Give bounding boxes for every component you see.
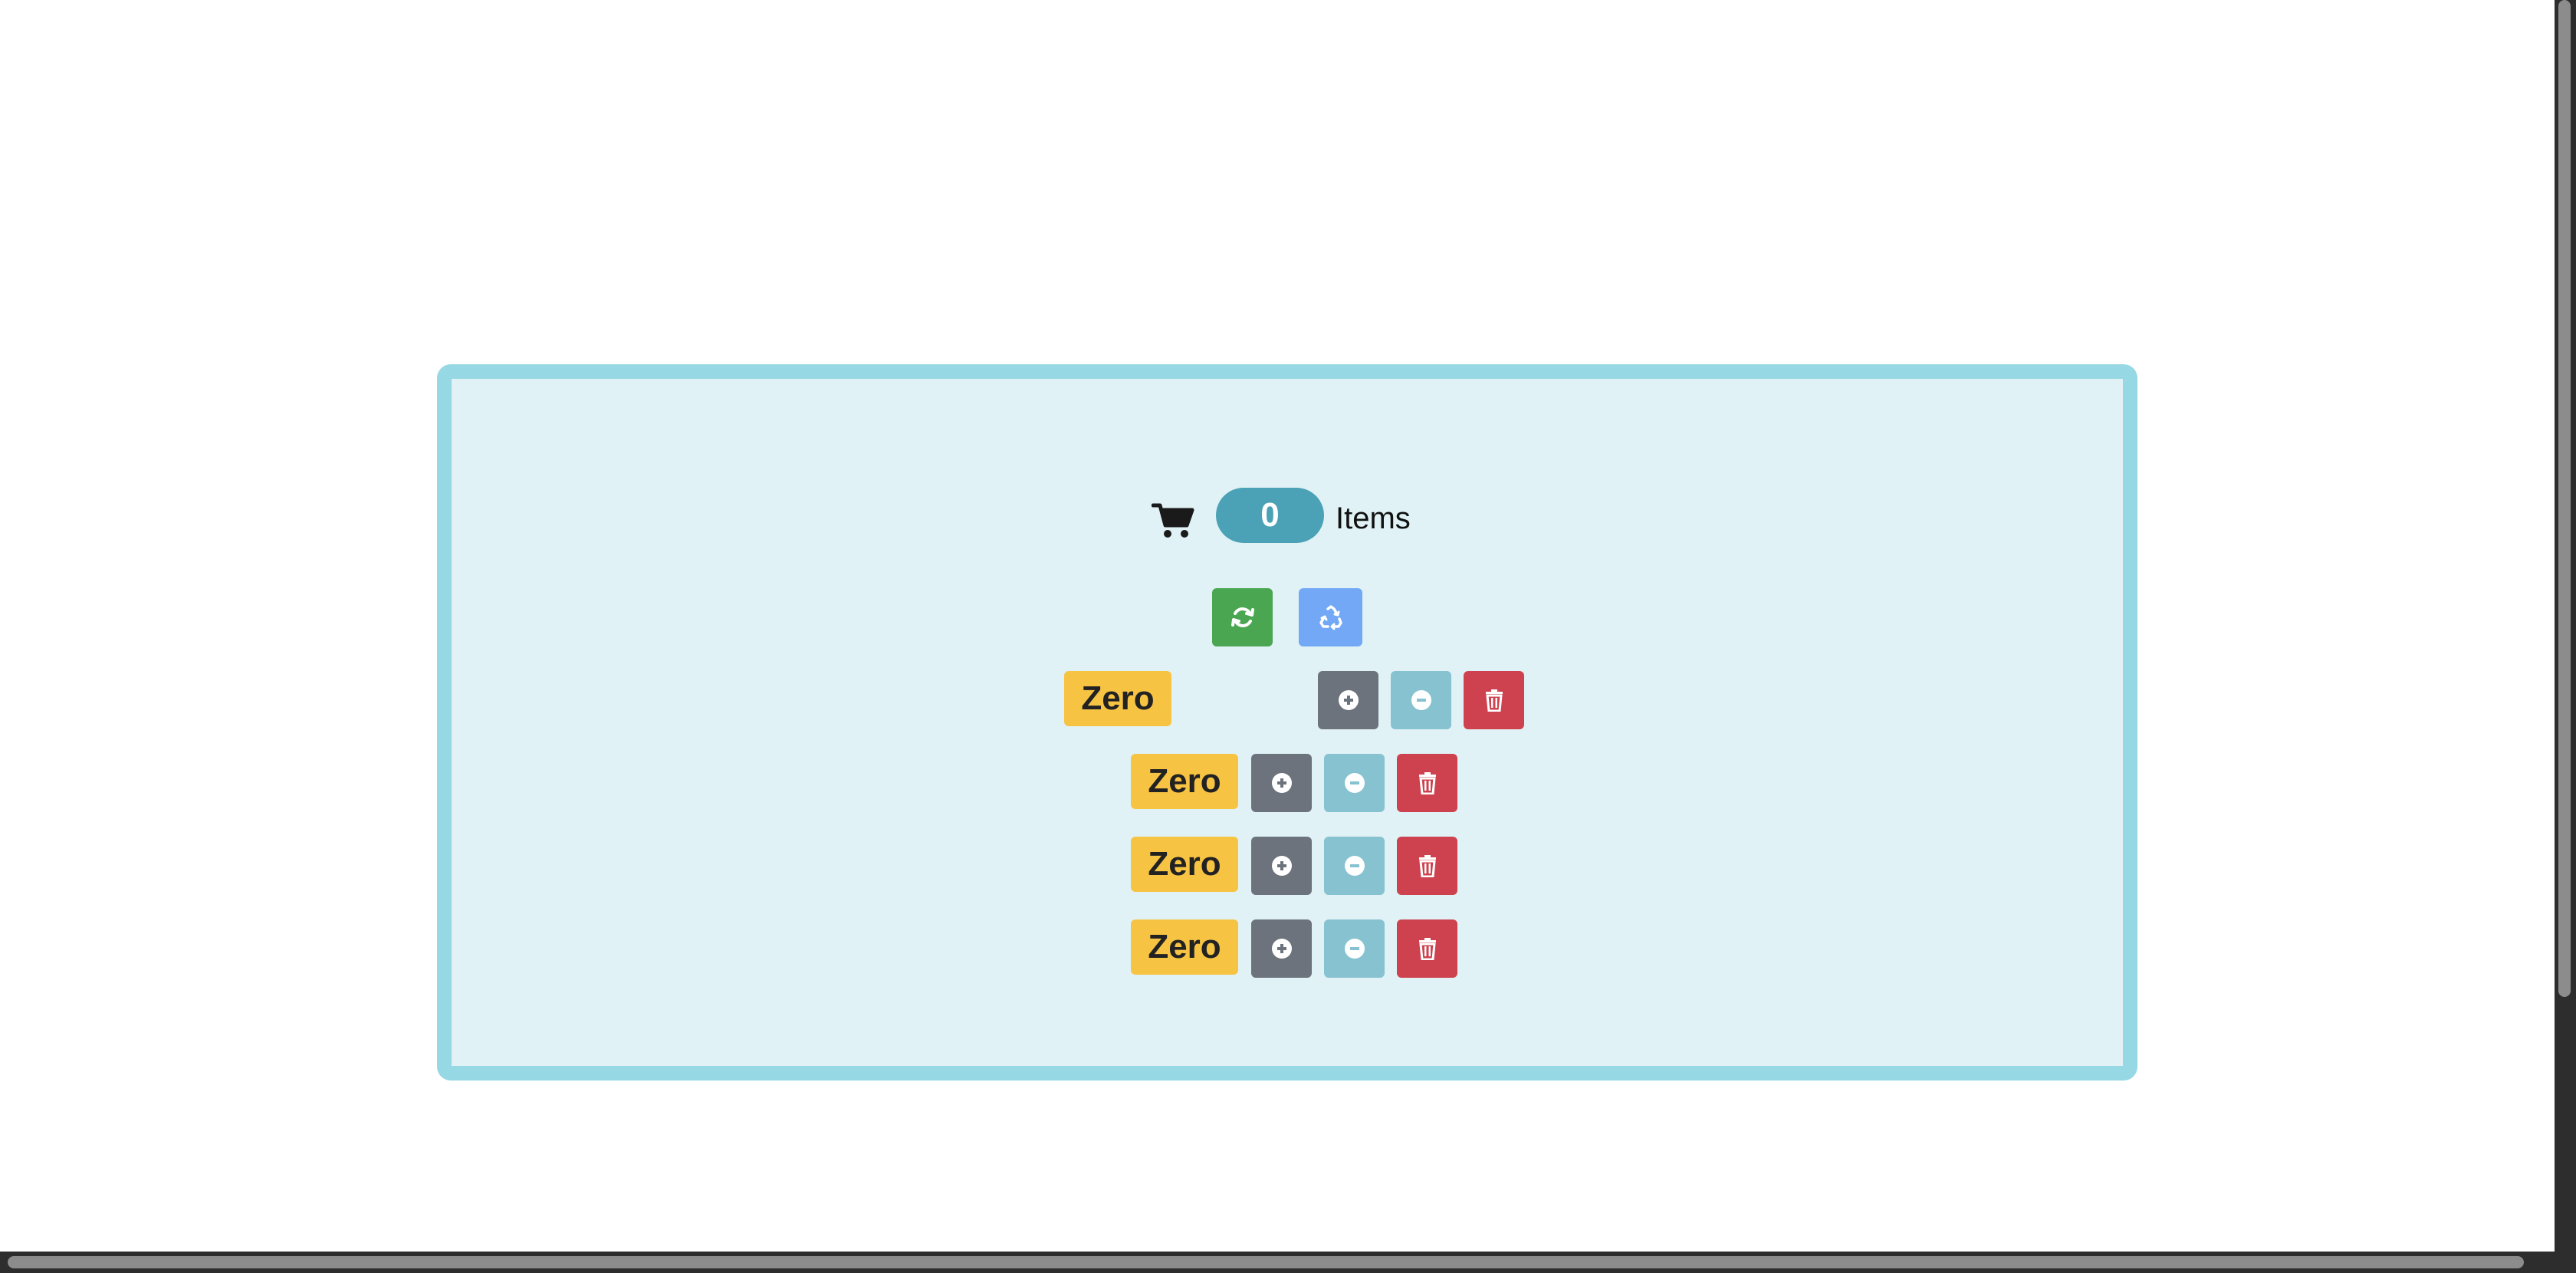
cart-items-label: Items <box>1336 502 1411 535</box>
delete-button[interactable] <box>1397 919 1457 978</box>
counter-value-badge: Zero <box>1131 754 1238 809</box>
delete-button[interactable] <box>1464 671 1524 729</box>
trash-icon <box>1418 937 1438 960</box>
minus-circle-icon <box>1344 855 1365 877</box>
recycle-button[interactable] <box>1299 588 1362 646</box>
increment-button[interactable] <box>1251 754 1312 812</box>
plus-circle-icon <box>1338 689 1359 711</box>
decrement-button[interactable] <box>1324 837 1385 895</box>
delete-button[interactable] <box>1397 837 1457 895</box>
counter-value-badge: Zero <box>1064 671 1171 726</box>
horizontal-scrollbar-thumb[interactable] <box>8 1256 2524 1268</box>
refresh-button[interactable] <box>1212 588 1273 646</box>
refresh-icon <box>1230 604 1256 630</box>
decrement-button[interactable] <box>1324 919 1385 978</box>
delete-button[interactable] <box>1397 754 1457 812</box>
recycle-icon <box>1318 604 1344 630</box>
page-viewport: 0 Items Zero Zero Zero Zero <box>0 0 2555 1252</box>
increment-button[interactable] <box>1318 671 1378 729</box>
minus-circle-icon <box>1344 938 1365 959</box>
cart-count-badge: 0 <box>1216 488 1324 543</box>
counter-value-badge: Zero <box>1131 837 1238 892</box>
trash-icon <box>1484 689 1504 712</box>
vertical-scrollbar-thumb[interactable] <box>2558 0 2571 997</box>
increment-button[interactable] <box>1251 837 1312 895</box>
minus-circle-icon <box>1344 772 1365 794</box>
plus-circle-icon <box>1271 772 1293 794</box>
counter-value-badge: Zero <box>1131 919 1238 975</box>
increment-button[interactable] <box>1251 919 1312 978</box>
plus-circle-icon <box>1271 855 1293 877</box>
plus-circle-icon <box>1271 938 1293 959</box>
trash-icon <box>1418 771 1438 794</box>
decrement-button[interactable] <box>1391 671 1451 729</box>
decrement-button[interactable] <box>1324 754 1385 812</box>
minus-circle-icon <box>1411 689 1432 711</box>
shopping-cart-icon <box>1152 501 1194 539</box>
trash-icon <box>1418 854 1438 877</box>
